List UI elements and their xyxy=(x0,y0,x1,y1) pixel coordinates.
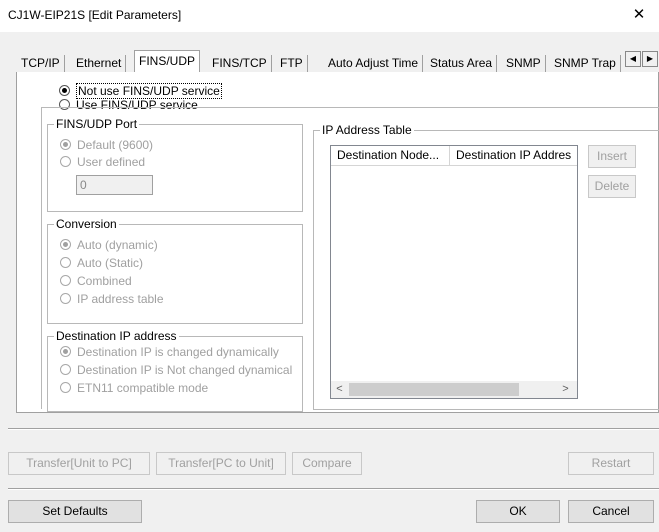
dest-ip-option-label: Destination IP is changed dynamically xyxy=(77,345,279,359)
tab-fins-udp[interactable]: FINS/UDP xyxy=(134,50,201,73)
port-group: FINS/UDP Port Default (9600) User define… xyxy=(47,117,303,212)
close-icon[interactable]: ✕ xyxy=(619,0,659,32)
fins-udp-panel: Not use FINS/UDP service Use FINS/UDP se… xyxy=(16,72,659,413)
tab-strip: TCP/IP Ethernet FINS/UDP FINS/TCP FTP Au… xyxy=(0,32,659,73)
tab-scroll-left-icon[interactable]: ◀ xyxy=(625,51,641,67)
ok-button[interactable]: OK xyxy=(476,500,560,523)
restart-button[interactable]: Restart xyxy=(568,452,654,475)
conversion-auto-static-radio[interactable]: Auto (Static) xyxy=(60,256,143,270)
table-header: Destination Node... Destination IP Addre… xyxy=(331,146,577,166)
horizontal-scrollbar[interactable]: < > xyxy=(331,381,577,398)
tab-snmp[interactable]: SNMP xyxy=(502,55,546,72)
port-group-label: FINS/UDP Port xyxy=(54,117,140,131)
transfer-unit-to-pc-button[interactable]: Transfer[Unit to PC] xyxy=(8,452,150,475)
ip-address-table[interactable]: Destination Node... Destination IP Addre… xyxy=(330,145,578,399)
scroll-right-icon[interactable]: > xyxy=(557,381,574,398)
conversion-option-label: Combined xyxy=(77,274,132,288)
ip-table-group: IP Address Table Destination Node... Des… xyxy=(313,123,659,410)
radio-selected-icon xyxy=(60,239,71,250)
tab-scroll-right-icon[interactable]: ▶ xyxy=(642,51,658,67)
title-bar: CJ1W-EIP21S [Edit Parameters] ✕ xyxy=(0,0,659,32)
column-destination-node[interactable]: Destination Node... xyxy=(331,146,450,165)
port-default-label: Default (9600) xyxy=(77,138,154,152)
radio-icon xyxy=(60,275,71,286)
conversion-group-label: Conversion xyxy=(54,217,119,231)
insert-button[interactable]: Insert xyxy=(588,145,636,168)
destination-ip-group: Destination IP address Destination IP is… xyxy=(47,329,303,412)
separator xyxy=(8,428,659,430)
delete-button[interactable]: Delete xyxy=(588,175,636,198)
port-user-defined-label: User defined xyxy=(77,155,146,169)
conversion-group: Conversion Auto (dynamic) Auto (Static) … xyxy=(47,217,303,324)
port-number-input[interactable]: 0 xyxy=(76,175,153,195)
column-destination-ip[interactable]: Destination IP Addres xyxy=(450,146,577,165)
conversion-option-label: IP address table xyxy=(77,292,164,306)
radio-icon xyxy=(60,364,71,375)
cancel-button[interactable]: Cancel xyxy=(568,500,654,523)
tab-fins-tcp[interactable]: FINS/TCP xyxy=(208,55,272,72)
transfer-pc-to-unit-button[interactable]: Transfer[PC to Unit] xyxy=(156,452,286,475)
radio-selected-icon xyxy=(60,139,71,150)
dest-ip-option-label: Destination IP is Not changed dynamical xyxy=(77,363,293,377)
conversion-combined-radio[interactable]: Combined xyxy=(60,274,132,288)
conversion-auto-dynamic-radio[interactable]: Auto (dynamic) xyxy=(60,238,158,252)
radio-icon xyxy=(60,156,71,167)
compare-button[interactable]: Compare xyxy=(292,452,362,475)
destination-ip-group-label: Destination IP address xyxy=(54,329,179,343)
window-title: CJ1W-EIP21S [Edit Parameters] xyxy=(8,8,182,22)
tab-snmp-trap[interactable]: SNMP Trap xyxy=(550,55,621,72)
radio-icon xyxy=(60,382,71,393)
not-use-service-radio[interactable]: Not use FINS/UDP service xyxy=(59,83,222,99)
tab-status-area[interactable]: Status Area xyxy=(426,55,498,72)
port-default-radio[interactable]: Default (9600) xyxy=(60,138,153,152)
separator xyxy=(8,488,659,490)
dest-ip-dynamic-radio[interactable]: Destination IP is changed dynamically xyxy=(60,345,279,359)
tab-ftp[interactable]: FTP xyxy=(276,55,308,72)
radio-selected-icon xyxy=(59,85,70,96)
scroll-left-icon[interactable]: < xyxy=(331,381,348,398)
dest-ip-not-changed-radio[interactable]: Destination IP is Not changed dynamical xyxy=(60,363,292,377)
not-use-service-label: Not use FINS/UDP service xyxy=(76,83,222,99)
scrollbar-thumb[interactable] xyxy=(349,383,519,396)
tab-ethernet[interactable]: Ethernet xyxy=(72,55,127,72)
radio-icon xyxy=(60,293,71,304)
dest-ip-option-label: ETN11 compatible mode xyxy=(77,381,209,395)
set-defaults-button[interactable]: Set Defaults xyxy=(8,500,142,523)
radio-selected-icon xyxy=(60,346,71,357)
dest-ip-etn11-radio[interactable]: ETN11 compatible mode xyxy=(60,381,208,395)
port-user-defined-radio[interactable]: User defined xyxy=(60,155,145,169)
conversion-option-label: Auto (dynamic) xyxy=(77,238,158,252)
radio-icon xyxy=(60,257,71,268)
tab-auto-adjust-time[interactable]: Auto Adjust Time xyxy=(324,55,424,72)
ip-table-group-label: IP Address Table xyxy=(320,123,414,137)
conversion-ip-table-radio[interactable]: IP address table xyxy=(60,292,164,306)
tab-tcpip[interactable]: TCP/IP xyxy=(17,55,65,72)
conversion-option-label: Auto (Static) xyxy=(77,256,144,270)
